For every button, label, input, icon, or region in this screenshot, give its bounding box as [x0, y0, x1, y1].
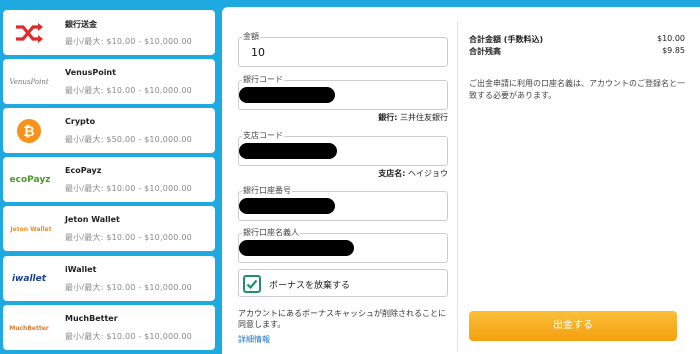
shuffle-icon: [9, 18, 49, 48]
iwallet-logo-text: iwallet: [11, 274, 47, 284]
bank-name-key: 銀行:: [378, 113, 398, 122]
method-name: Jeton Wallet: [65, 215, 120, 224]
account-holder-label: 銀行口座名義人: [242, 227, 300, 238]
method-limit: 最小/最大: $10.00 - $10,000.00: [65, 184, 192, 193]
method-iwallet[interactable]: iwallet iWallet 最小/最大: $10.00 - $10,000.…: [3, 256, 215, 301]
redacted-value: [239, 87, 335, 103]
method-venuspoint[interactable]: VenusPoint VenusPoint 最小/最大: $10.00 - $1…: [3, 59, 215, 104]
method-name: EcoPayz: [65, 166, 102, 175]
svg-text:₿: ₿: [23, 124, 34, 140]
total-amount-value: $10.00: [657, 34, 685, 43]
account-name-note: ご出金申請に利用の口座名義は、アカウントのご登録名と一致する必要があります。: [469, 79, 685, 100]
forfeit-bonus-checkbox[interactable]: [243, 275, 261, 293]
ecopayz-logo-text: ecoPayz: [9, 175, 51, 185]
balance-label: 合計残高: [469, 47, 501, 56]
method-name: MuchBetter: [65, 314, 118, 323]
details-link[interactable]: 詳細情報: [238, 334, 270, 345]
account-number-label: 銀行口座番号: [242, 185, 292, 196]
branch-name-value: ヘイジョウ: [408, 169, 448, 178]
method-limit: 最小/最大: $10.00 - $10,000.00: [65, 86, 192, 95]
method-limit: 最小/最大: $10.00 - $10,000.00: [65, 332, 192, 341]
bonus-note: アカウントにあるボーナスキャッシュが削除されることに同意します。: [238, 309, 446, 329]
redacted-value: [239, 240, 354, 256]
method-name: VenusPoint: [65, 68, 116, 77]
redacted-value: [239, 143, 337, 159]
muchbetter-logo: MuchBetter: [9, 313, 49, 343]
bank-code-label: 銀行コード: [242, 74, 284, 85]
method-bank-transfer[interactable]: 銀行送金 最小/最大: $10.00 - $10,000.00: [3, 10, 215, 55]
check-icon: [246, 279, 258, 290]
amount-field[interactable]: 10: [238, 37, 448, 67]
balance-row: 合計残高 $9.85: [469, 46, 685, 57]
method-name: Crypto: [65, 117, 96, 126]
method-name: iWallet: [65, 265, 97, 274]
method-limit: 最小/最大: $50.00 - $10,000.00: [65, 135, 192, 144]
iwallet-logo: iwallet: [9, 264, 49, 294]
jeton-logo: Jeton Wallet: [6, 214, 56, 244]
forfeit-bonus-label: ボーナスを放棄する: [269, 281, 351, 291]
branch-name-key: 支店名:: [378, 169, 406, 178]
method-crypto[interactable]: ₿ Crypto 最小/最大: $50.00 - $10,000.00: [3, 108, 215, 153]
amount-value: 10: [251, 46, 265, 59]
ecopayz-logo: ecoPayz: [7, 165, 53, 195]
method-name: 銀行送金: [65, 20, 97, 29]
withdrawal-panel: 10 金額 銀行コード 銀行: 三井住友銀行 支店コード 支店名: ヘイジョウ …: [222, 7, 700, 354]
payment-method-list: 銀行送金 最小/最大: $10.00 - $10,000.00 VenusPoi…: [0, 0, 218, 354]
total-amount-row: 合計金額 (手数料込) $10.00: [469, 34, 685, 45]
amount-label: 金額: [242, 31, 260, 42]
venuspoint-logo-text: VenusPoint: [9, 78, 49, 86]
venuspoint-logo: VenusPoint: [9, 67, 49, 97]
panel-divider: [457, 21, 458, 351]
branch-name: 支店名: ヘイジョウ: [378, 168, 448, 179]
method-limit: 最小/最大: $10.00 - $10,000.00: [65, 283, 192, 292]
method-limit: 最小/最大: $10.00 - $10,000.00: [65, 233, 192, 242]
method-limit: 最小/最大: $10.00 - $10,000.00: [65, 37, 192, 46]
withdraw-button[interactable]: 出金する: [469, 311, 677, 341]
method-ecopayz[interactable]: ecoPayz EcoPayz 最小/最大: $10.00 - $10,000.…: [3, 157, 215, 202]
method-muchbetter[interactable]: MuchBetter MuchBetter 最小/最大: $10.00 - $1…: [3, 305, 215, 350]
jeton-logo-text: Jeton Wallet: [10, 225, 52, 233]
branch-code-label: 支店コード: [242, 130, 284, 141]
bank-name: 銀行: 三井住友銀行: [378, 112, 448, 123]
method-jeton-wallet[interactable]: Jeton Wallet Jeton Wallet 最小/最大: $10.00 …: [3, 206, 215, 251]
total-amount-label: 合計金額 (手数料込): [469, 35, 544, 44]
muchbetter-logo-text: MuchBetter: [9, 324, 49, 332]
bank-name-value: 三井住友銀行: [400, 113, 448, 122]
redacted-value: [239, 198, 335, 214]
bitcoin-icon: ₿: [9, 116, 49, 146]
forfeit-bonus-option[interactable]: ボーナスを放棄する: [238, 269, 448, 297]
balance-value: $9.85: [662, 46, 685, 55]
